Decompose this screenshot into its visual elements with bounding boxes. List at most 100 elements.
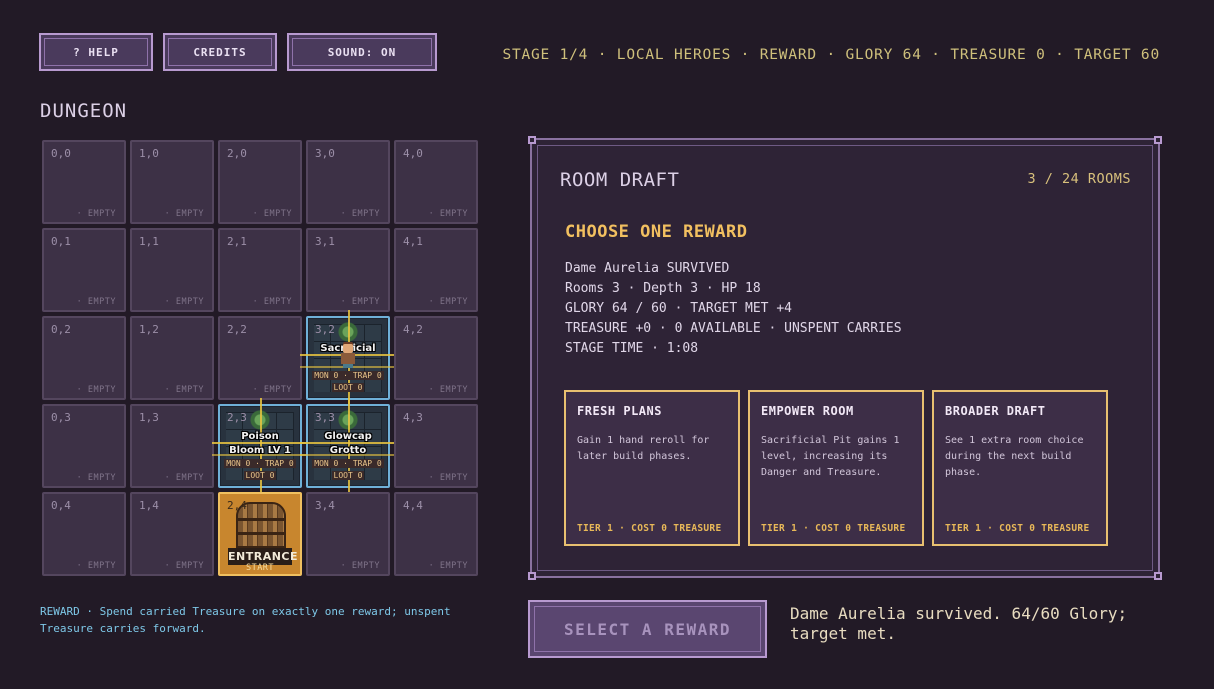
room-mon-trap: MON 0 · TRAP 0 bbox=[224, 459, 296, 468]
dungeon-grid: 0,0 · EMPTY 1,0 · EMPTY 2,0 · EMPTY 3,0 · EMPTY… bbox=[42, 140, 478, 576]
grid-cell-room[interactable]: 3,3 Glowcap Grotto MON 0 · TRAP 0 LOOT 0 bbox=[300, 398, 396, 494]
cell-coordinate: 3,3 bbox=[315, 411, 335, 424]
help-button[interactable]: ? HELP bbox=[39, 33, 153, 71]
sound-toggle-button[interactable]: SOUND: ON bbox=[287, 33, 437, 71]
room-count: 3 / 24 ROOMS bbox=[1027, 171, 1131, 187]
credits-button[interactable]: CREDITS bbox=[163, 33, 277, 71]
cell-empty-label: · EMPTY bbox=[340, 209, 380, 219]
grid-cell-empty[interactable]: 4,0 · EMPTY bbox=[394, 140, 478, 224]
cell-empty-label: · EMPTY bbox=[340, 297, 380, 307]
grid-cell-empty[interactable]: 1,2 · EMPTY bbox=[130, 316, 214, 400]
grid-cell-empty[interactable]: 3,1 · EMPTY bbox=[306, 228, 390, 312]
cell-empty-label: · EMPTY bbox=[428, 561, 468, 571]
grid-cell-empty[interactable]: 0,2 · EMPTY bbox=[42, 316, 126, 400]
grid-cell-empty[interactable]: 1,1 · EMPTY bbox=[130, 228, 214, 312]
cell-empty-label: · EMPTY bbox=[428, 473, 468, 483]
cell-coordinate: 3,0 bbox=[315, 147, 335, 160]
reward-card-fresh-plans[interactable]: FRESH PLANS Gain 1 hand reroll for later… bbox=[564, 390, 740, 546]
cell-empty-label: · EMPTY bbox=[76, 297, 116, 307]
cell-empty-label: · EMPTY bbox=[164, 209, 204, 219]
room-mon-trap: MON 0 · TRAP 0 bbox=[312, 459, 384, 468]
cell-coordinate: 0,1 bbox=[51, 235, 71, 248]
select-reward-button[interactable]: SELECT A REWARD bbox=[528, 600, 767, 658]
panel-corner bbox=[528, 572, 536, 580]
cell-coordinate: 3,4 bbox=[315, 499, 335, 512]
start-label: START bbox=[245, 563, 275, 573]
card-tier: TIER 1 · COST 0 TREASURE bbox=[761, 523, 906, 534]
room-draft-panel: ROOM DRAFT 3 / 24 ROOMS CHOOSE ONE REWAR… bbox=[528, 136, 1162, 580]
card-tier: TIER 1 · COST 0 TREASURE bbox=[577, 523, 722, 534]
cell-coordinate: 2,4 bbox=[227, 499, 247, 512]
grid-cell-room[interactable]: 2,3 Poison Bloom LV 1 MON 0 · TRAP 0 LOOT 0 bbox=[212, 398, 308, 494]
cell-coordinate: 1,3 bbox=[139, 411, 159, 424]
cell-coordinate: 4,2 bbox=[403, 323, 423, 336]
grid-cell-empty[interactable]: 2,2 · EMPTY bbox=[218, 316, 302, 400]
cell-empty-label: · EMPTY bbox=[76, 561, 116, 571]
grid-cell-empty[interactable]: 4,4 · EMPTY bbox=[394, 492, 478, 576]
grid-cell-entrance[interactable]: 2,4 ENTRANCE START bbox=[218, 492, 302, 576]
grid-cell-empty[interactable]: 0,3 · EMPTY bbox=[42, 404, 126, 488]
summary-line: TREASURE +0 · 0 AVAILABLE · UNSPENT CARR… bbox=[565, 321, 902, 336]
grid-cell-empty[interactable]: 2,1 · EMPTY bbox=[218, 228, 302, 312]
grid-cell-empty[interactable]: 2,0 · EMPTY bbox=[218, 140, 302, 224]
card-tier: TIER 1 · COST 0 TREASURE bbox=[945, 523, 1090, 534]
cell-coordinate: 4,4 bbox=[403, 499, 423, 512]
grid-cell-empty[interactable]: 4,3 · EMPTY bbox=[394, 404, 478, 488]
room-name: Glowcap Grotto bbox=[324, 431, 372, 456]
panel-title: ROOM DRAFT bbox=[560, 169, 680, 191]
cell-empty-label: · EMPTY bbox=[428, 385, 468, 395]
outcome-message: Dame Aurelia survived. 64/60 Glory; targ… bbox=[790, 604, 1128, 643]
cell-empty-label: · EMPTY bbox=[428, 297, 468, 307]
grid-cell-empty[interactable]: 1,4 · EMPTY bbox=[130, 492, 214, 576]
grid-cell-empty[interactable]: 0,4 · EMPTY bbox=[42, 492, 126, 576]
cell-coordinate: 2,3 bbox=[227, 411, 247, 424]
cell-coordinate: 0,2 bbox=[51, 323, 71, 336]
cell-coordinate: 0,4 bbox=[51, 499, 71, 512]
summary-line: GLORY 64 / 60 · TARGET MET +4 bbox=[565, 301, 792, 316]
cell-empty-label: · EMPTY bbox=[76, 473, 116, 483]
card-title: EMPOWER ROOM bbox=[761, 404, 854, 418]
room-loot: LOOT 0 bbox=[331, 383, 365, 392]
stage-stats: STAGE 1/4 · LOCAL HEROES · REWARD · GLOR… bbox=[502, 47, 1160, 63]
phase-hint: REWARD · Spend carried Treasure on exact… bbox=[40, 605, 451, 635]
cell-empty-label: · EMPTY bbox=[164, 297, 204, 307]
grid-cell-empty[interactable]: 0,0 · EMPTY bbox=[42, 140, 126, 224]
grid-cell-empty[interactable]: 1,0 · EMPTY bbox=[130, 140, 214, 224]
cell-coordinate: 3,1 bbox=[315, 235, 335, 248]
reward-card-broader-draft[interactable]: BROADER DRAFT See 1 extra room choice du… bbox=[932, 390, 1108, 546]
grid-cell-empty[interactable]: 3,0 · EMPTY bbox=[306, 140, 390, 224]
cell-empty-label: · EMPTY bbox=[252, 209, 292, 219]
dungeon-title: DUNGEON bbox=[40, 100, 128, 122]
grid-cell-room[interactable]: 3,2SacrificialMON 0 · TRAP 0LOOT 0 bbox=[300, 310, 396, 406]
hero-icon bbox=[338, 344, 358, 368]
panel-corner bbox=[1154, 136, 1162, 144]
card-title: BROADER DRAFT bbox=[945, 404, 1046, 418]
reward-card-empower-room[interactable]: EMPOWER ROOM Sacrificial Pit gains 1 lev… bbox=[748, 390, 924, 546]
card-title: FRESH PLANS bbox=[577, 404, 662, 418]
summary-line: STAGE TIME · 1:08 bbox=[565, 341, 699, 356]
panel-corner bbox=[1154, 572, 1162, 580]
summary-line: Dame Aurelia SURVIVED bbox=[565, 261, 730, 276]
cell-coordinate: 0,0 bbox=[51, 147, 71, 160]
cell-coordinate: 2,2 bbox=[227, 323, 247, 336]
card-description: Gain 1 hand reroll for later build phase… bbox=[577, 435, 710, 462]
cell-empty-label: · EMPTY bbox=[164, 385, 204, 395]
room-stats: MON 0 · TRAP 0 LOOT 0 bbox=[220, 458, 300, 482]
room-mon-trap: MON 0 · TRAP 0 bbox=[312, 371, 384, 380]
reward-heading: CHOOSE ONE REWARD bbox=[565, 222, 748, 242]
cell-empty-label: · EMPTY bbox=[340, 561, 380, 571]
card-description: See 1 extra room choice during the next … bbox=[945, 435, 1084, 478]
cell-empty-label: · EMPTY bbox=[76, 209, 116, 219]
cell-coordinate: 0,3 bbox=[51, 411, 71, 424]
grid-cell-empty[interactable]: 4,2 · EMPTY bbox=[394, 316, 478, 400]
grid-cell-empty[interactable]: 0,1 · EMPTY bbox=[42, 228, 126, 312]
cell-coordinate: 4,0 bbox=[403, 147, 423, 160]
cell-coordinate: 1,1 bbox=[139, 235, 159, 248]
grid-cell-empty[interactable]: 4,1 · EMPTY bbox=[394, 228, 478, 312]
grid-cell-empty[interactable]: 3,4 · EMPTY bbox=[306, 492, 390, 576]
room-stats: MON 0 · TRAP 0 LOOT 0 bbox=[308, 370, 388, 394]
cell-coordinate: 1,0 bbox=[139, 147, 159, 160]
grid-cell-empty[interactable]: 1,3 · EMPTY bbox=[130, 404, 214, 488]
panel-corner bbox=[528, 136, 536, 144]
cell-coordinate: 1,4 bbox=[139, 499, 159, 512]
